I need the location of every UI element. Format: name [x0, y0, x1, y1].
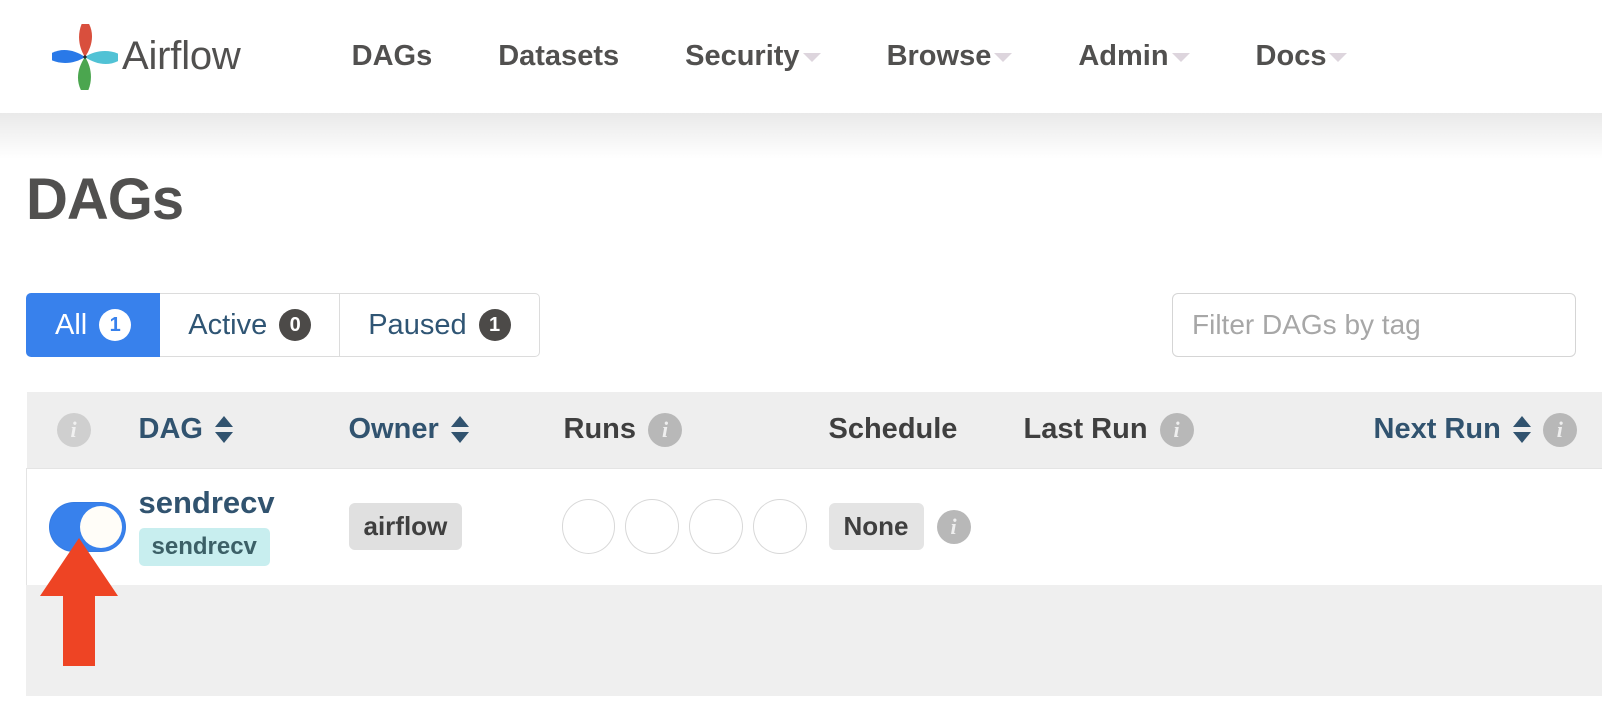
pause-unpause-toggle[interactable] [49, 501, 126, 552]
table-row: sendrecv sendrecv airflow None i [26, 467, 1602, 586]
header-label: DAG [138, 413, 203, 446]
nav-item-security[interactable]: Security [652, 40, 853, 73]
nav-item-datasets[interactable]: Datasets [465, 40, 652, 73]
table-footer-strip [26, 585, 1602, 696]
sort-arrows-icon[interactable] [450, 416, 469, 444]
nav-item-label: Browse [886, 40, 992, 72]
runs-indicator-group [542, 499, 807, 554]
header-label: Runs [563, 413, 637, 446]
nav-item-browse[interactable]: Browse [854, 40, 1046, 73]
nav-item-label: Docs [1255, 40, 1327, 72]
dags-table-container: i DAG Owner Runs i Schedule Last Run i N… [26, 392, 1602, 696]
header-last-run: Last Run i [1001, 392, 1352, 468]
owner-badge[interactable]: airflow [348, 503, 463, 550]
header-label: Last Run [1023, 413, 1148, 446]
header-schedule: Schedule [806, 392, 1002, 468]
top-navbar: Airflow DAGs Datasets Security Browse Ad… [0, 0, 1602, 113]
tab-count-badge: 1 [478, 309, 511, 341]
page-content: DAGs All 1 Active 0 Paused 1 Filter DAGs… [0, 167, 1602, 696]
tag-filter-input[interactable] [1172, 293, 1576, 357]
primary-nav: DAGs Datasets Security Browse Admin Docs [319, 40, 1381, 73]
page-title: DAGs [26, 167, 184, 232]
chevron-down-icon [1329, 53, 1348, 62]
tab-active[interactable]: Active 0 [160, 293, 341, 357]
nav-item-label: Datasets [498, 40, 620, 72]
sort-arrows-icon[interactable] [1512, 416, 1531, 444]
filter-controls: All 1 Active 0 Paused 1 [26, 293, 1576, 357]
tab-all[interactable]: All 1 [26, 293, 161, 357]
header-label: Next Run [1373, 413, 1501, 446]
cell-runs [541, 467, 807, 586]
info-icon[interactable]: i [936, 509, 971, 544]
tab-label: Active [188, 308, 268, 341]
sort-arrows-icon[interactable] [214, 416, 233, 444]
header-runs: Runs i [541, 392, 807, 468]
brand-home-link[interactable]: Airflow [52, 23, 241, 90]
cell-pause-toggle [26, 467, 126, 586]
header-next-run[interactable]: Next Run i [1351, 392, 1602, 468]
header-owner[interactable]: Owner [326, 392, 542, 468]
header-dag[interactable]: DAG [116, 392, 327, 468]
airflow-pinwheel-logo-icon [52, 23, 118, 90]
dag-link[interactable]: sendrecv [139, 486, 327, 520]
run-status-circle[interactable] [561, 499, 616, 554]
info-icon[interactable]: i [56, 412, 91, 447]
header-label: Owner [348, 413, 439, 446]
tab-paused[interactable]: Paused 1 [340, 293, 540, 357]
dag-tag[interactable]: sendrecv [138, 528, 270, 567]
dags-table: i DAG Owner Runs i Schedule Last Run i N… [26, 392, 1602, 586]
toggle-knob [80, 505, 122, 548]
cell-last-run [1001, 467, 1352, 586]
dag-status-tabs: All 1 Active 0 Paused 1 [26, 293, 540, 357]
table-header-row: i DAG Owner Runs i Schedule Last Run i N… [26, 392, 1602, 468]
nav-item-docs[interactable]: Docs [1223, 40, 1381, 73]
info-icon[interactable]: i [1542, 412, 1577, 447]
cell-schedule: None i [806, 467, 1002, 586]
header-toggle: i [26, 392, 117, 468]
run-status-circle[interactable] [689, 499, 743, 554]
schedule-badge: None [828, 503, 924, 550]
brand-label: Airflow [122, 34, 241, 78]
run-status-circle[interactable] [625, 499, 679, 554]
chevron-down-icon [1171, 53, 1190, 62]
cell-next-run [1351, 467, 1602, 586]
nav-item-dags[interactable]: DAGs [319, 40, 466, 73]
info-icon[interactable]: i [648, 412, 682, 447]
cell-dag-name: sendrecv sendrecv [116, 467, 327, 586]
nav-item-label: DAGs [351, 40, 433, 72]
chevron-down-icon [802, 53, 821, 62]
tab-label: All [55, 308, 88, 341]
info-icon[interactable]: i [1159, 412, 1194, 447]
run-status-circle[interactable] [752, 499, 807, 554]
tab-label: Paused [368, 308, 467, 341]
nav-item-label: Security [685, 40, 800, 72]
tab-count-badge: 1 [99, 309, 132, 341]
tab-count-badge: 0 [279, 309, 312, 341]
cell-owner: airflow [326, 467, 542, 586]
nav-item-admin[interactable]: Admin [1045, 40, 1222, 73]
chevron-down-icon [994, 53, 1013, 62]
navbar-shadow [0, 113, 1602, 159]
header-label: Schedule [828, 413, 958, 446]
nav-item-label: Admin [1078, 40, 1169, 72]
